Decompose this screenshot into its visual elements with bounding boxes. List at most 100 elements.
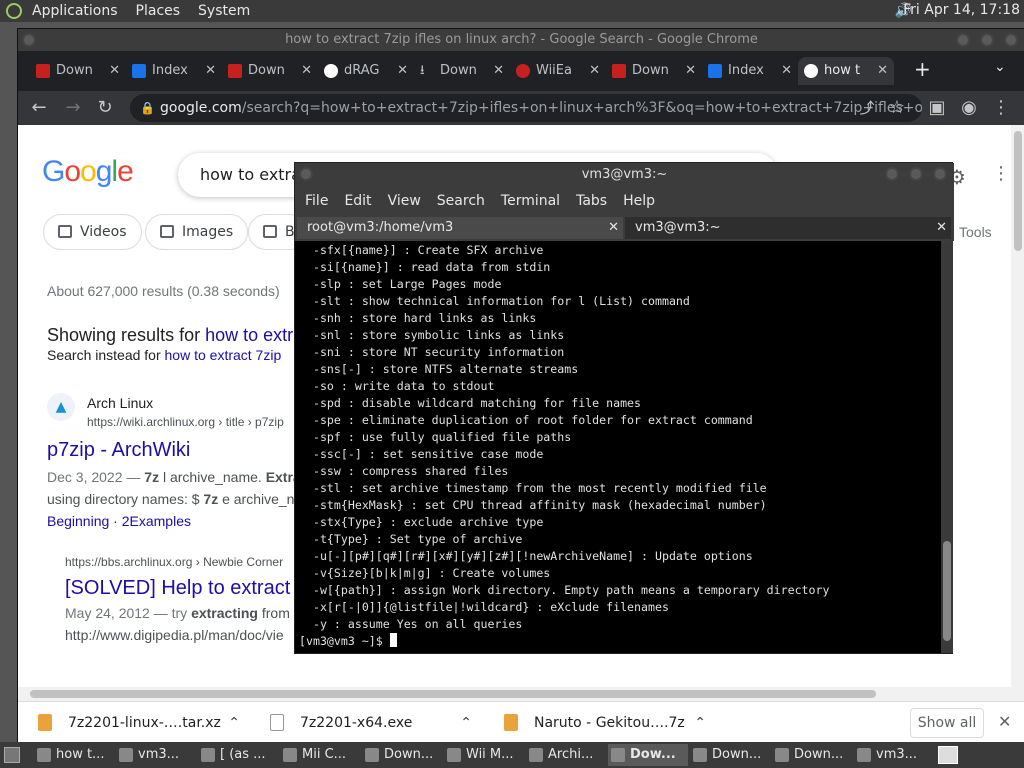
browser-tab-active[interactable]: how t ✕	[798, 57, 894, 85]
share-icon[interactable]: ⤴	[854, 95, 880, 121]
menu-tabs[interactable]: Tabs	[576, 193, 607, 209]
minimize-button[interactable]	[956, 33, 970, 47]
scroll-thumb[interactable]	[1014, 131, 1022, 251]
maximize-button[interactable]	[980, 33, 994, 47]
result-title-link[interactable]: p7zip - ArchWiki	[47, 439, 190, 462]
more-menu-icon[interactable]: ⋮	[988, 95, 1014, 121]
terminal-tab[interactable]: root@vm3:/home/vm3 ✕	[297, 217, 623, 239]
system-menu[interactable]: System	[198, 3, 250, 19]
close-tab-icon[interactable]: ✕	[493, 57, 504, 85]
show-desktop-icon[interactable]	[4, 747, 20, 763]
download-item[interactable]: Naruto - Gekitou….7z ⌃	[484, 708, 706, 738]
workspace-switcher-icon[interactable]	[938, 746, 958, 764]
close-tab-icon[interactable]: ✕	[877, 57, 888, 85]
tab-search-icon[interactable]: ⌄	[994, 59, 1006, 75]
close-tab-icon[interactable]: ✕	[936, 217, 947, 239]
close-shelf-icon[interactable]: ✕	[998, 712, 1011, 731]
taskbar-item[interactable]: how t...	[34, 744, 114, 766]
close-window-button[interactable]	[1004, 33, 1018, 47]
browser-tab[interactable]: Index ✕	[702, 57, 798, 85]
download-item[interactable]: 7z2201-linux-….tar.xz ⌃	[18, 708, 240, 738]
terminal-scrollbar[interactable]	[941, 241, 953, 653]
taskbar-item[interactable]: [ (as ...	[198, 744, 278, 766]
reload-icon[interactable]: ↻	[92, 95, 118, 121]
close-tab-icon[interactable]: ✕	[608, 217, 619, 239]
app-icon	[693, 748, 707, 762]
google-logo[interactable]: Google	[42, 155, 134, 189]
taskbar-item[interactable]: Down...	[772, 744, 852, 766]
address-bar[interactable]: 🔒 google.com/search?q=how+to+extract+7zi…	[130, 94, 922, 122]
taskbar-item[interactable]: vm3...	[116, 744, 196, 766]
showing-results: Showing results for how to extr	[47, 325, 294, 345]
original-query-link[interactable]: how to extract 7zip	[165, 347, 282, 363]
chip-images[interactable]: Images	[145, 214, 249, 250]
menu-view[interactable]: View	[388, 193, 421, 209]
window-menu-button[interactable]	[299, 167, 313, 181]
taskbar-item[interactable]: Wii M...	[444, 744, 524, 766]
taskbar-item[interactable]: Dow...	[608, 744, 688, 766]
scroll-thumb[interactable]	[943, 541, 951, 641]
chevron-up-icon[interactable]: ⌃	[694, 708, 706, 738]
browser-tab[interactable]: Index ✕	[126, 57, 222, 85]
browser-toolbar: ← → ↻ 🔒 google.com/search?q=how+to+extra…	[18, 91, 1024, 125]
taskbar-item[interactable]: Mii C...	[280, 744, 360, 766]
profile-avatar-icon[interactable]: ◉	[956, 95, 982, 121]
close-window-button[interactable]	[933, 167, 947, 181]
new-tab-button[interactable]: +	[914, 57, 931, 81]
minimize-button[interactable]	[885, 167, 899, 181]
browser-tab[interactable]: ⭳ Down ✕	[414, 57, 510, 85]
close-tab-icon[interactable]: ✕	[205, 57, 216, 85]
menu-help[interactable]: Help	[623, 193, 655, 209]
close-tab-icon[interactable]: ✕	[589, 57, 600, 85]
forward-arrow-icon[interactable]: →	[60, 95, 86, 121]
browser-tab[interactable]: Down ✕	[222, 57, 318, 85]
browser-tab[interactable]: dRAG ✕	[318, 57, 414, 85]
show-all-button[interactable]: Show all	[910, 708, 984, 738]
corrected-query-link[interactable]: how to extr	[205, 325, 293, 345]
close-tab-icon[interactable]: ✕	[781, 57, 792, 85]
places-menu[interactable]: Places	[136, 3, 181, 19]
close-tab-icon[interactable]: ✕	[109, 57, 120, 85]
sitelink[interactable]: Beginning	[47, 513, 109, 529]
browser-tab[interactable]: Down ✕	[30, 57, 126, 85]
app-icon	[611, 748, 625, 762]
menu-edit[interactable]: Edit	[344, 193, 371, 209]
file-icon	[504, 714, 518, 731]
taskbar-label: vm3...	[876, 747, 918, 762]
close-tab-icon[interactable]: ✕	[301, 57, 312, 85]
apps-grid-icon[interactable]: ⋮⋮	[992, 163, 1011, 184]
window-menu-button[interactable]	[22, 33, 36, 47]
terminal-tab-active[interactable]: vm3@vm3:~ ✕	[625, 217, 951, 239]
back-arrow-icon[interactable]: ←	[26, 95, 52, 121]
bookmark-star-icon[interactable]: ☆	[884, 95, 910, 121]
chip-videos[interactable]: Videos	[43, 214, 142, 250]
taskbar-item[interactable]: Down...	[362, 744, 442, 766]
browser-tab[interactable]: Down ✕	[606, 57, 702, 85]
side-panel-icon[interactable]: ▣	[924, 95, 950, 121]
browser-tab[interactable]: WiiEa ✕	[510, 57, 606, 85]
result-title-link[interactable]: [SOLVED] Help to extract 7	[65, 577, 307, 600]
menu-terminal[interactable]: Terminal	[501, 193, 560, 209]
menu-search[interactable]: Search	[437, 193, 485, 209]
taskbar-item[interactable]: vm3...	[854, 744, 934, 766]
distro-logo-icon[interactable]	[6, 3, 22, 19]
chevron-up-icon[interactable]: ⌃	[228, 708, 240, 738]
terminal-prompt[interactable]: [vm3@vm3 ~]$	[299, 633, 941, 650]
scroll-thumb[interactable]	[30, 690, 876, 698]
sitelink[interactable]: 2Examples	[122, 513, 191, 529]
maximize-button[interactable]	[909, 167, 923, 181]
taskbar-item[interactable]: Archi...	[526, 744, 606, 766]
taskbar-item[interactable]: Down...	[690, 744, 770, 766]
app-icon	[447, 748, 461, 762]
menu-file[interactable]: File	[305, 193, 328, 209]
tools-button[interactable]: Tools	[959, 224, 992, 240]
horizontal-scrollbar[interactable]	[18, 687, 1024, 701]
download-item[interactable]: 7z2201-x64.exe ⌃	[250, 708, 472, 738]
chevron-up-icon[interactable]: ⌃	[460, 708, 472, 738]
terminal-output[interactable]: -sfx[{name}] : Create SFX archive -si[{n…	[295, 241, 941, 653]
vertical-scrollbar[interactable]	[1011, 125, 1024, 687]
close-tab-icon[interactable]: ✕	[397, 57, 408, 85]
clock[interactable]: Fri Apr 14, 17:18	[903, 2, 1020, 18]
applications-menu[interactable]: Applications	[32, 3, 118, 19]
close-tab-icon[interactable]: ✕	[685, 57, 696, 85]
